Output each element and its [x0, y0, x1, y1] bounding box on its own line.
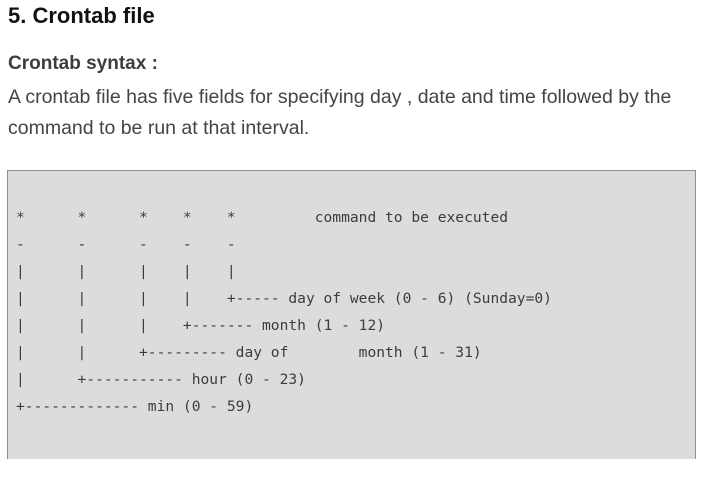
code-line-day-of-week: | | | | +----- day of week (0 - 6) (Sund…: [16, 290, 552, 307]
code-line-hour: | +----------- hour (0 - 23): [16, 371, 306, 388]
section-title: 5. Crontab file: [8, 3, 155, 28]
code-line-dashes: - - - - -: [16, 236, 236, 253]
code-block: * * * * * command to be executed - - - - …: [7, 170, 696, 459]
code-line-day-of-month: | | +--------- day of month (1 - 31): [16, 344, 482, 361]
code-line-min: +------------- min (0 - 59): [16, 398, 254, 415]
crontab-syntax-diagram: * * * * * command to be executed - - - - …: [16, 204, 552, 420]
syntax-subtitle: Crontab syntax :: [8, 53, 158, 74]
code-line-month: | | | +------- month (1 - 12): [16, 317, 386, 334]
code-line-pipes: | | | | |: [16, 263, 236, 280]
code-line-stars: * * * * * command to be executed: [16, 209, 509, 226]
description-text: A crontab file has five fields for speci…: [8, 86, 672, 139]
